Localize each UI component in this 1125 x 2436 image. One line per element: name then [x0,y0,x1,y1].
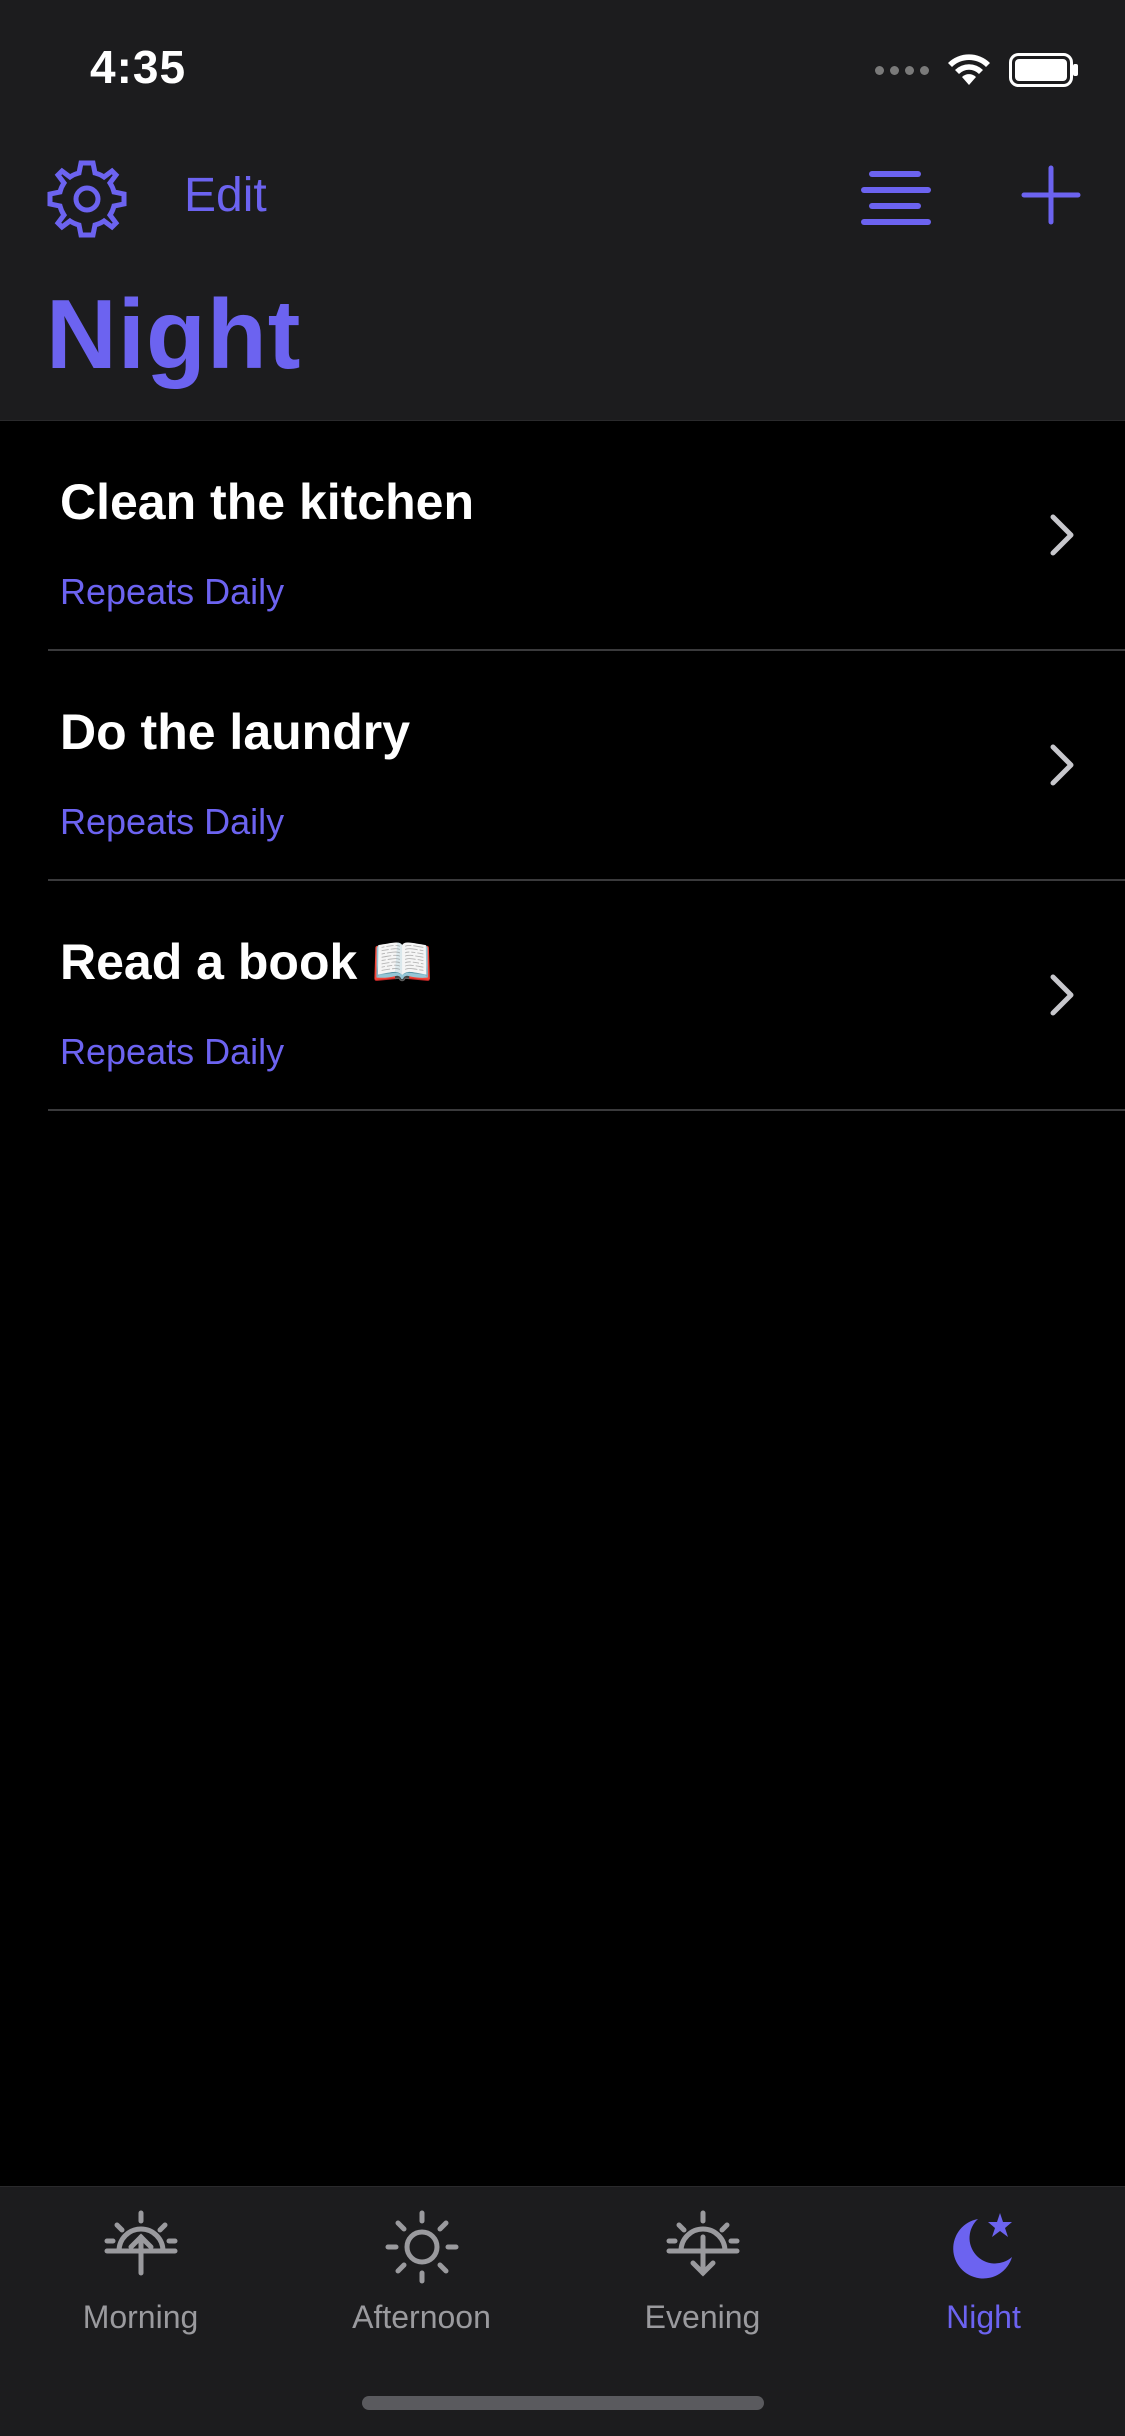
page-title: Night [46,279,302,389]
task-repeat-label: Repeats Daily [60,571,285,612]
tab-night[interactable]: Night [843,2207,1124,2347]
plus-icon [1021,165,1081,225]
navigation-header: 4:35 Edit Night [0,0,1125,421]
tab-morning[interactable]: Morning [0,2207,281,2347]
tab-evening[interactable]: Evening [562,2207,843,2347]
chevron-right-icon [1050,974,1074,1016]
edit-button[interactable]: Edit [184,168,267,223]
task-title: Clean the kitchen [60,474,474,530]
status-indicators [875,50,1079,90]
task-row[interactable]: Clean the kitchen Repeats Daily [48,421,1125,651]
cellular-signal-icon [875,65,929,75]
task-repeat-label: Repeats Daily [60,1031,285,1072]
wifi-icon [947,53,991,87]
tab-afternoon[interactable]: Afternoon [281,2207,562,2347]
task-row[interactable]: Read a book 📖 Repeats Daily [48,881,1125,1111]
settings-button[interactable] [46,158,128,240]
nav-bar-row: Edit [0,148,1125,248]
sun-icon [385,2210,458,2284]
task-list: Clean the kitchen Repeats Daily Do the l… [0,421,1125,1111]
tab-label: Afternoon [352,2299,491,2335]
app-screen: 4:35 Edit Night Clean the kitchen Repeat… [0,0,1125,2436]
moon-star-icon [952,2213,1012,2279]
sort-list-button[interactable] [860,168,932,230]
chevron-right-icon [1050,514,1074,556]
list-icon [861,171,931,225]
sunrise-icon [104,2210,177,2276]
home-indicator [362,2396,764,2410]
task-repeat-label: Repeats Daily [60,801,285,842]
battery-icon [1009,53,1079,87]
chevron-right-icon [1050,744,1074,786]
tab-label: Morning [82,2299,199,2335]
tab-label: Night [946,2299,1021,2335]
tab-label: Evening [644,2299,761,2335]
task-title: Do the laundry [60,704,411,760]
status-time: 4:35 [90,41,187,93]
task-title: Read a book 📖 [60,934,434,990]
task-row[interactable]: Do the laundry Repeats Daily [48,651,1125,881]
gear-icon [47,160,127,238]
sunset-icon [666,2210,739,2277]
add-task-button[interactable] [1020,164,1082,226]
